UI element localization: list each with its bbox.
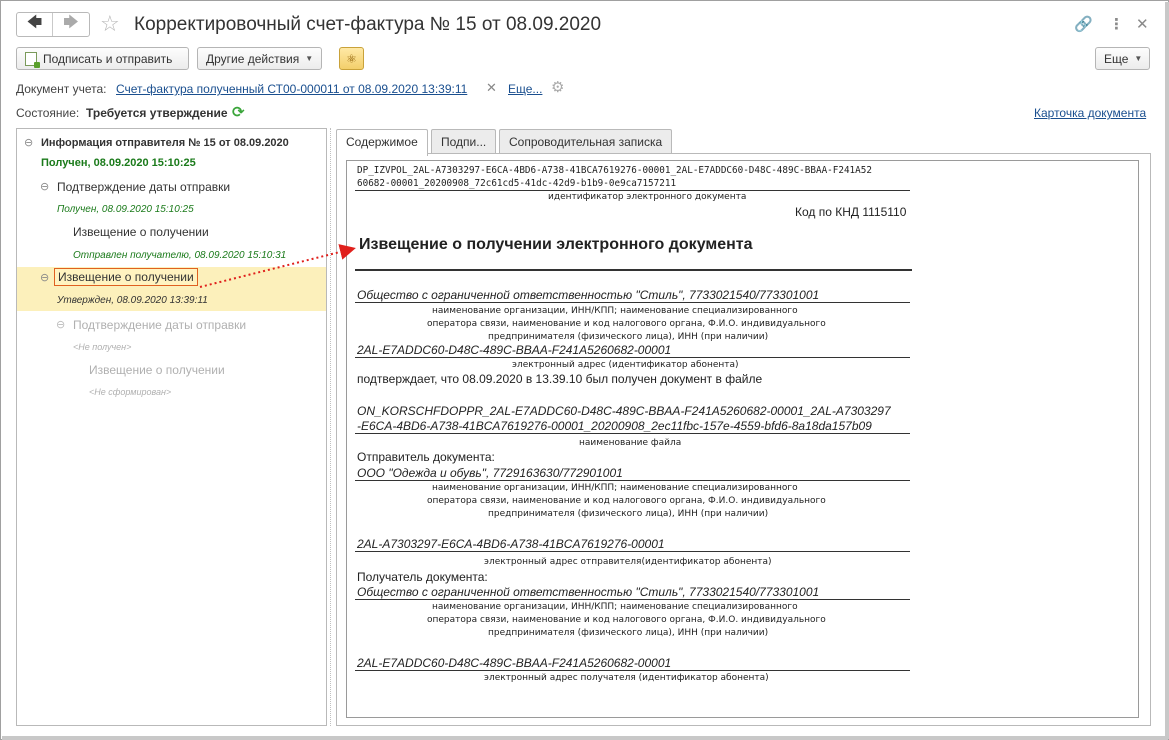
tree-status: <Не сформирован> — [89, 387, 172, 397]
org-name: Общество с ограниченной ответственностью… — [357, 288, 820, 302]
caption: предпринимателя (физического лица), ИНН … — [488, 628, 769, 638]
collapse-icon[interactable]: ⊖ — [56, 318, 65, 331]
caption: электронный адрес получателя (идентифика… — [484, 673, 769, 683]
other-actions-label: Другие действия — [206, 51, 300, 66]
frame-shadow — [2, 736, 1168, 740]
caption: наименование организации, ИНН/КПП; наиме… — [432, 483, 798, 493]
divider — [355, 433, 910, 434]
refresh-icon[interactable]: ⟳ — [232, 103, 245, 121]
card-link[interactable]: Карточка документа — [1034, 106, 1146, 120]
close-icon[interactable]: ✕ — [486, 80, 497, 96]
page-title: Корректировочный счет-фактура № 15 от 08… — [134, 14, 602, 35]
tree-status: Получен, 08.09.2020 15:10:25 — [57, 204, 194, 215]
sender-label: Отправитель документа: — [357, 450, 495, 464]
tree-status: Утвержден, 08.09.2020 13:39:11 — [57, 295, 208, 306]
splitter[interactable] — [330, 128, 331, 726]
tree-item[interactable]: Подтверждение даты отправки — [57, 180, 230, 194]
divider — [355, 190, 910, 191]
file-name: -E6CA-4BD6-A738-41BCA7619276-00001_20200… — [357, 419, 872, 433]
receiver-label: Получатель документа: — [357, 570, 488, 584]
org-address: 2AL-E7ADDC60-D48C-489C-BBAA-F241A5260682… — [357, 343, 672, 357]
tree-item-selected[interactable]: Извещение о получении — [54, 268, 198, 286]
collapse-icon[interactable]: ⊖ — [24, 136, 33, 149]
more-link[interactable]: Еще... — [508, 82, 542, 96]
collapse-icon[interactable]: ⊖ — [40, 271, 49, 284]
divider — [355, 357, 910, 358]
caption: оператора связи, наименование и код нало… — [427, 615, 826, 625]
caption: предпринимателя (физического лица), ИНН … — [488, 332, 769, 342]
doc-id-line: 60682-00001_20200908_72c61cd5-41dc-42d9-… — [357, 178, 677, 189]
tab-signatures[interactable]: Подпи... — [431, 129, 497, 154]
caption: наименование файла — [579, 438, 682, 448]
tree-item[interactable]: Информация отправителя № 15 от 08.09.202… — [41, 137, 289, 149]
exchange-tree: ⊖ Информация отправителя № 15 от 08.09.2… — [16, 128, 327, 726]
gear-icon[interactable]: ⚙ — [551, 78, 564, 96]
document-sign-icon — [25, 51, 40, 68]
nav-buttons: 🡄 🡆 — [16, 12, 90, 37]
more-label: Еще — [1104, 51, 1129, 66]
tab-cover-note[interactable]: Сопроводительная записка — [499, 129, 673, 154]
arrow-right-icon[interactable]: 🡆 — [53, 13, 89, 36]
sender-address: 2AL-A7303297-E6CA-4BD6-A738-41BCA7619276… — [357, 537, 665, 551]
divider — [355, 670, 910, 671]
state-label: Состояние: — [16, 106, 80, 120]
file-name: ON_KORSCHFDOPPR_2AL-E7ADDC60-D48C-489C-B… — [357, 404, 891, 418]
chevron-down-icon: ▼ — [1134, 54, 1143, 63]
caption: наименование организации, ИНН/КПП; наиме… — [432, 306, 798, 316]
more-button[interactable]: Еще ▼ — [1095, 47, 1150, 70]
tab-content[interactable]: Содержимое — [336, 129, 428, 156]
sender-name: ООО "Одежда и обувь", 7729163630/7729010… — [357, 466, 623, 480]
receiver-name: Общество с ограниченной ответственностью… — [357, 585, 820, 599]
doc-id-caption: идентификатор электронного документа — [548, 192, 747, 202]
doc-label: Документ учета: — [16, 82, 107, 96]
doc-link[interactable]: Счет-фактура полученный СТ00-000011 от 0… — [116, 82, 467, 96]
link-icon[interactable]: 🔗 — [1074, 15, 1093, 33]
tree-item[interactable]: Подтверждение даты отправки — [73, 318, 246, 332]
divider — [355, 599, 910, 600]
tree-status: Отправлен получателю, 08.09.2020 15:10:3… — [73, 250, 287, 261]
sign-send-label: Подписать и отправить — [43, 51, 173, 66]
more-vertical-icon[interactable]: ⋮ — [1109, 15, 1124, 33]
chevron-down-icon: ▼ — [305, 54, 314, 63]
state-value: Требуется утверждение — [86, 106, 228, 120]
tree-item[interactable]: Извещение о получении — [89, 363, 225, 377]
knd-code: Код по КНД 1115110 — [795, 205, 907, 219]
other-actions-button[interactable]: Другие действия ▼ — [197, 47, 322, 70]
star-icon[interactable]: ☆ — [100, 12, 120, 36]
divider — [355, 302, 910, 303]
collapse-icon[interactable]: ⊖ — [40, 180, 49, 193]
caption: оператора связи, наименование и код нало… — [427, 496, 826, 506]
close-icon[interactable]: ✕ — [1136, 15, 1149, 33]
sign-send-button[interactable]: Подписать и отправить — [16, 47, 189, 70]
document-page: DP_IZVPOL_2AL-A7303297-E6CA-4BD6-A738-41… — [346, 160, 1139, 718]
structure-icon[interactable]: ⚛ — [339, 47, 364, 70]
divider — [355, 551, 910, 552]
tree-item[interactable]: Извещение о получении — [73, 225, 209, 239]
caption: электронный адрес отправителя(идентифика… — [484, 557, 772, 567]
tree-status: <Не получен> — [73, 342, 132, 352]
caption: оператора связи, наименование и код нало… — [427, 319, 826, 329]
document-heading: Извещение о получении электронного докум… — [359, 236, 753, 253]
frame-shadow — [1165, 2, 1169, 739]
receiver-address: 2AL-E7ADDC60-D48C-489C-BBAA-F241A5260682… — [357, 656, 672, 670]
arrow-left-icon[interactable]: 🡄 — [17, 13, 53, 36]
tree-status: Получен, 08.09.2020 15:10:25 — [41, 157, 196, 169]
divider — [355, 269, 912, 271]
caption: электронный адрес (идентификатор абонент… — [512, 360, 739, 370]
doc-id-line: DP_IZVPOL_2AL-A7303297-E6CA-4BD6-A738-41… — [357, 165, 872, 176]
caption: наименование организации, ИНН/КПП; наиме… — [432, 602, 798, 612]
confirm-text: подтверждает, что 08.09.2020 в 13.39.10 … — [357, 372, 763, 386]
divider — [355, 480, 910, 481]
caption: предпринимателя (физического лица), ИНН … — [488, 509, 769, 519]
